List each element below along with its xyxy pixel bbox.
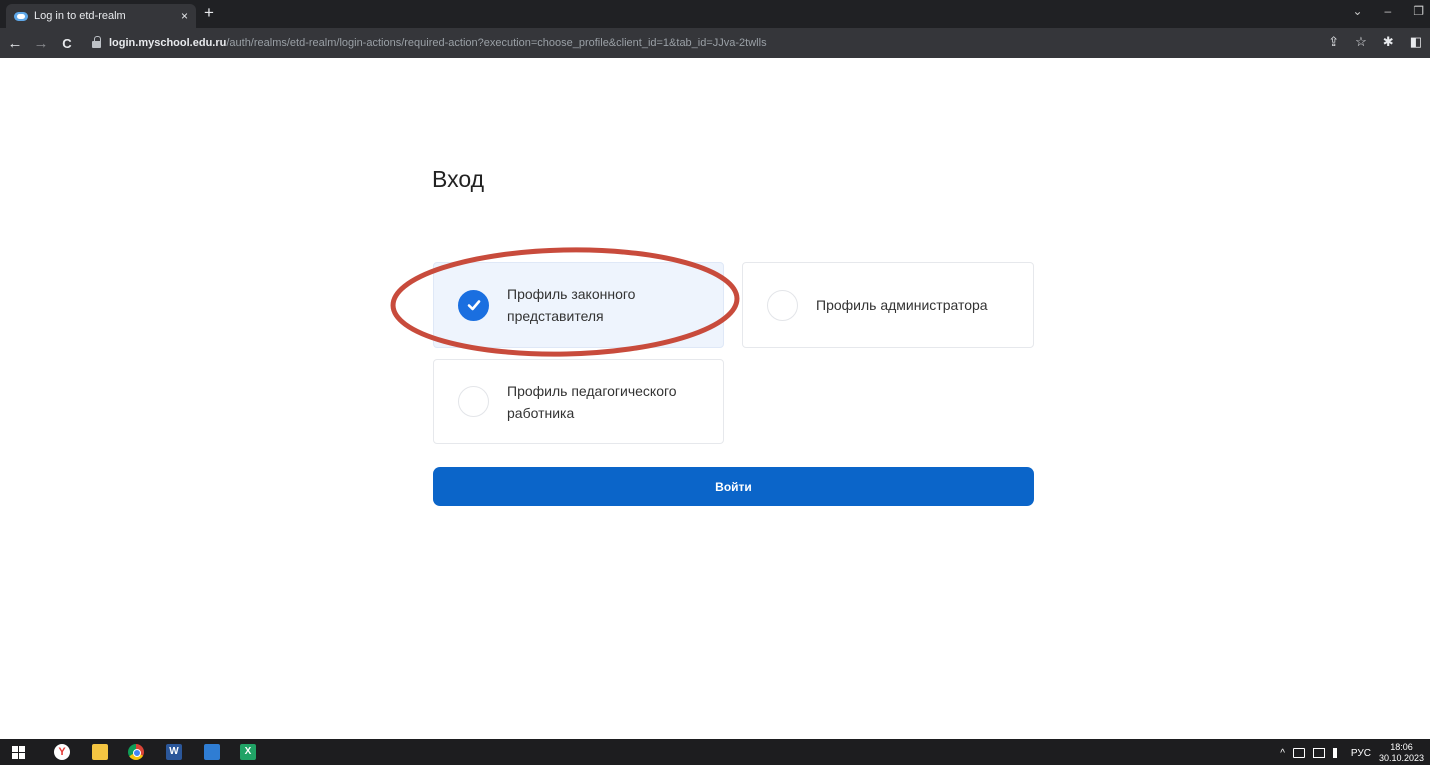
radio-checked-icon[interactable] [458, 289, 489, 321]
new-tab-icon[interactable]: + [204, 4, 214, 22]
word-icon[interactable]: W [166, 744, 182, 760]
profile-option-label: Профиль законного представителя [507, 286, 636, 324]
back-icon[interactable]: ← [4, 35, 26, 52]
address-bar[interactable]: login.myschool.edu.ru/auth/realms/etd-re… [92, 33, 1362, 53]
site-favicon-icon [14, 11, 28, 21]
display-icon[interactable] [1312, 748, 1325, 758]
radio-unchecked-icon[interactable] [458, 386, 489, 417]
os-taskbar: Y W X ^ РУС 18:06 30.10.2023 [0, 739, 1430, 765]
bookmark-star-icon[interactable]: ☆ [1355, 34, 1367, 50]
side-panel-icon[interactable]: ◧ [1410, 34, 1422, 50]
browser-tab[interactable]: Log in to etd-realm × [6, 4, 196, 28]
system-tray: ^ РУС 18:06 30.10.2023 [1280, 742, 1424, 764]
clock[interactable]: 18:06 30.10.2023 [1379, 742, 1424, 764]
yandex-browser-icon[interactable]: Y [54, 744, 70, 760]
url-path: /auth/realms/etd-realm/login-actions/req… [226, 37, 767, 49]
page-title: Вход [432, 166, 485, 192]
lock-icon[interactable] [92, 35, 101, 48]
profile-option-label: Профиль педагогического работника [507, 382, 677, 421]
extensions-icon[interactable]: ✱ [1383, 34, 1394, 50]
windows-start-icon[interactable] [12, 746, 25, 759]
tab-search-chevron-icon[interactable]: ⌄ [1352, 4, 1362, 18]
excel-icon[interactable]: X [240, 744, 256, 760]
tab-close-icon[interactable]: × [181, 9, 188, 23]
toolbar-actions: ⇪ ☆ ✱ ◧ [1328, 34, 1422, 50]
reload-icon[interactable]: C [56, 36, 78, 51]
url-host: login.myschool.edu.ru [109, 37, 227, 49]
profile-option-label: Профиль администратора [816, 297, 988, 313]
clock-date: 30.10.2023 [1378, 753, 1424, 763]
browser-tab-bar: Log in to etd-realm × + ⌄ – ❐ [0, 0, 1430, 28]
volume-muted-icon[interactable] [1332, 748, 1343, 758]
tray-chevron-icon[interactable]: ^ [1280, 748, 1285, 759]
radio-unchecked-icon[interactable] [767, 289, 798, 321]
window-controls: ⌄ – ❐ [1352, 4, 1424, 18]
chrome-icon[interactable] [128, 744, 144, 760]
file-explorer-icon[interactable] [92, 744, 108, 760]
minimize-icon[interactable]: – [1385, 4, 1392, 18]
tab-title: Log in to etd-realm [34, 10, 126, 22]
clock-time: 18:06 [1390, 742, 1413, 752]
login-button[interactable]: Войти [433, 467, 1034, 506]
profile-option-teacher[interactable]: Профиль педагогического работника [433, 359, 724, 444]
language-indicator[interactable]: РУС [1351, 748, 1371, 759]
mail-icon[interactable] [204, 744, 220, 760]
profile-option-admin[interactable]: Профиль администратора [742, 262, 1034, 348]
restore-icon[interactable]: ❐ [1413, 4, 1424, 18]
checkmark-icon [467, 300, 480, 311]
browser-toolbar: ← → C login.myschool.edu.ru/auth/realms/… [0, 28, 1430, 58]
profile-option-guardian[interactable]: Профиль законного представителя [433, 262, 724, 348]
network-icon[interactable] [1292, 748, 1305, 758]
share-icon[interactable]: ⇪ [1328, 34, 1339, 50]
forward-icon[interactable]: → [30, 35, 52, 52]
